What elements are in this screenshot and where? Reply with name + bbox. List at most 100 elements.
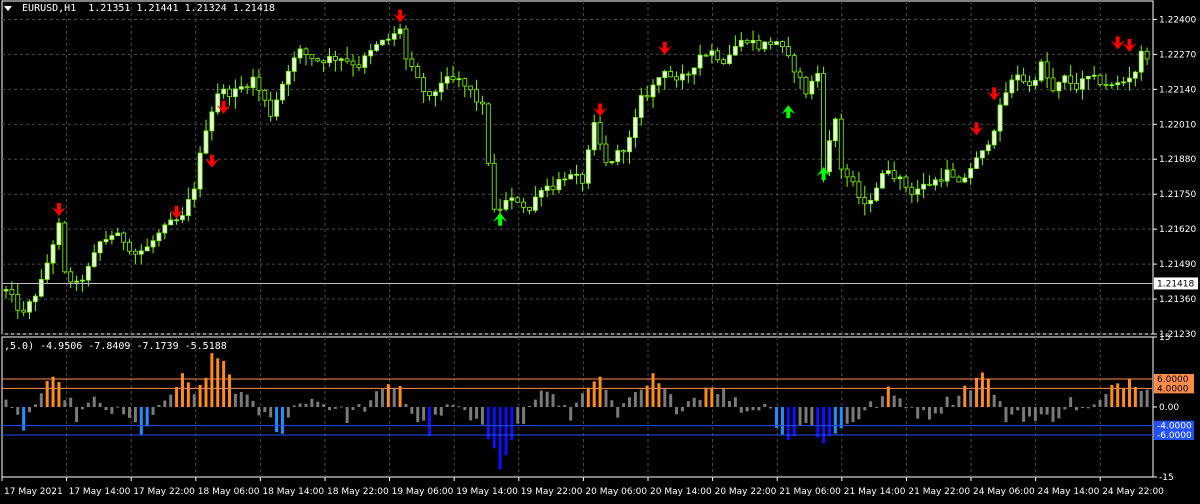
histogram-bar [839, 407, 843, 429]
histogram-bar [116, 406, 120, 408]
trading-chart-window[interactable]: 6.0000 4.0000 -4.0000 -6.0000 1.22400 1.2227… [0, 0, 1200, 500]
histogram-bar [145, 407, 149, 427]
candle-bear [244, 86, 250, 89]
candle-bear [597, 122, 603, 145]
buy-signal-arrow-icon [781, 105, 796, 119]
candle-bull [691, 67, 697, 75]
candle-bull [762, 41, 768, 50]
candle-bear [315, 58, 321, 62]
candle-bear [491, 162, 497, 210]
candle-bull [50, 244, 56, 264]
candle-bull [532, 196, 538, 211]
chart-header: EURUSD,H1 1.21351 1.21441 1.21324 1.2141… [4, 3, 275, 14]
candle-bear [133, 250, 138, 255]
histogram-bar [610, 400, 614, 407]
histogram-bar [1004, 407, 1008, 423]
histogram-bar [316, 401, 320, 407]
candle-bull [509, 197, 515, 201]
histogram-bar [798, 407, 802, 426]
candle-bull [809, 80, 815, 95]
histogram-layer [4, 353, 1149, 470]
candle-bear [603, 143, 609, 164]
current-price-label: 1.21418 [1157, 279, 1194, 289]
histogram-bar [739, 407, 743, 413]
candle-bear [121, 232, 127, 243]
x-tick-label: 24 May 14:00 [1038, 487, 1100, 497]
histogram-bar [1127, 378, 1131, 407]
candle-bull [974, 157, 979, 169]
histogram-bar [604, 389, 608, 407]
histogram-bar [351, 407, 355, 410]
histogram-bar [504, 407, 508, 456]
candle-bull [968, 168, 974, 179]
candle-bear [415, 66, 421, 79]
candle-bull [197, 152, 203, 190]
candle-bull [632, 117, 638, 138]
y-tick-label: 1.21360 [1159, 295, 1196, 305]
candles-layer [3, 23, 1150, 320]
histogram-bar [992, 394, 996, 407]
histogram-bar [439, 407, 443, 416]
candle-bear [621, 150, 627, 153]
histogram-bar [892, 395, 896, 407]
candle-bear [9, 289, 15, 295]
histogram-bar [1039, 407, 1043, 415]
candle-bear [891, 170, 897, 180]
candle-bull [380, 39, 385, 46]
histogram-bar [910, 406, 914, 408]
histogram-bar [1098, 400, 1102, 407]
candle-bull [85, 266, 91, 281]
histogram-bar [28, 407, 32, 413]
histogram-bar [622, 403, 626, 407]
histogram-bar [792, 407, 796, 437]
chart-menu-triangle-icon[interactable] [4, 5, 12, 11]
indicator-y-tick-label: -15 [1159, 473, 1174, 483]
candle-bull [774, 41, 779, 45]
histogram-bar [251, 400, 255, 407]
x-tick-label: 21 May 06:00 [779, 487, 841, 497]
histogram-bar [886, 386, 890, 407]
histogram-bar [863, 407, 867, 411]
candle-bear [15, 293, 21, 311]
histogram-bar [386, 384, 390, 407]
candle-bear [862, 197, 868, 205]
histogram-bar [280, 407, 284, 434]
candle-bear [903, 176, 909, 188]
candle-bear [715, 50, 721, 61]
candle-bear [950, 169, 956, 178]
histogram-bar [92, 396, 96, 407]
histogram-bar [933, 407, 937, 414]
histogram-bar [775, 407, 779, 429]
candle-bull [91, 252, 97, 267]
candle-bull [638, 95, 644, 118]
histogram-bar [451, 404, 455, 407]
histogram-bar [98, 402, 102, 407]
sell-signal-arrow-icon [593, 103, 608, 117]
y-tick-label: 1.22010 [1159, 120, 1196, 130]
candle-bull [697, 54, 703, 69]
candle-bull [368, 50, 374, 57]
candle-bull [221, 88, 227, 95]
candle-bear [703, 54, 709, 57]
histogram-bar [275, 407, 279, 433]
y-tick-label: 1.21750 [1159, 190, 1196, 200]
candle-bull [1091, 74, 1097, 77]
histogram-bar [110, 407, 114, 414]
candle-bear [62, 222, 68, 273]
histogram-bar [345, 407, 349, 423]
histogram-bar [986, 379, 990, 407]
x-tick-label: 18 May 22:00 [327, 487, 389, 497]
candle-bear [1068, 75, 1074, 84]
candle-bull [585, 149, 591, 184]
candle-bull [662, 71, 668, 78]
histogram-bar [33, 404, 37, 407]
histogram-bar [1069, 397, 1073, 407]
candle-bull [985, 144, 991, 152]
candle-bear [268, 99, 274, 117]
candle-bear [791, 55, 797, 73]
x-tick-label: 17 May 2021 [4, 487, 63, 497]
candle-bull [1109, 84, 1115, 87]
histogram-bar [686, 401, 690, 407]
histogram-bar [939, 407, 943, 414]
x-tick-label: 24 May 22:00 [1102, 487, 1164, 497]
